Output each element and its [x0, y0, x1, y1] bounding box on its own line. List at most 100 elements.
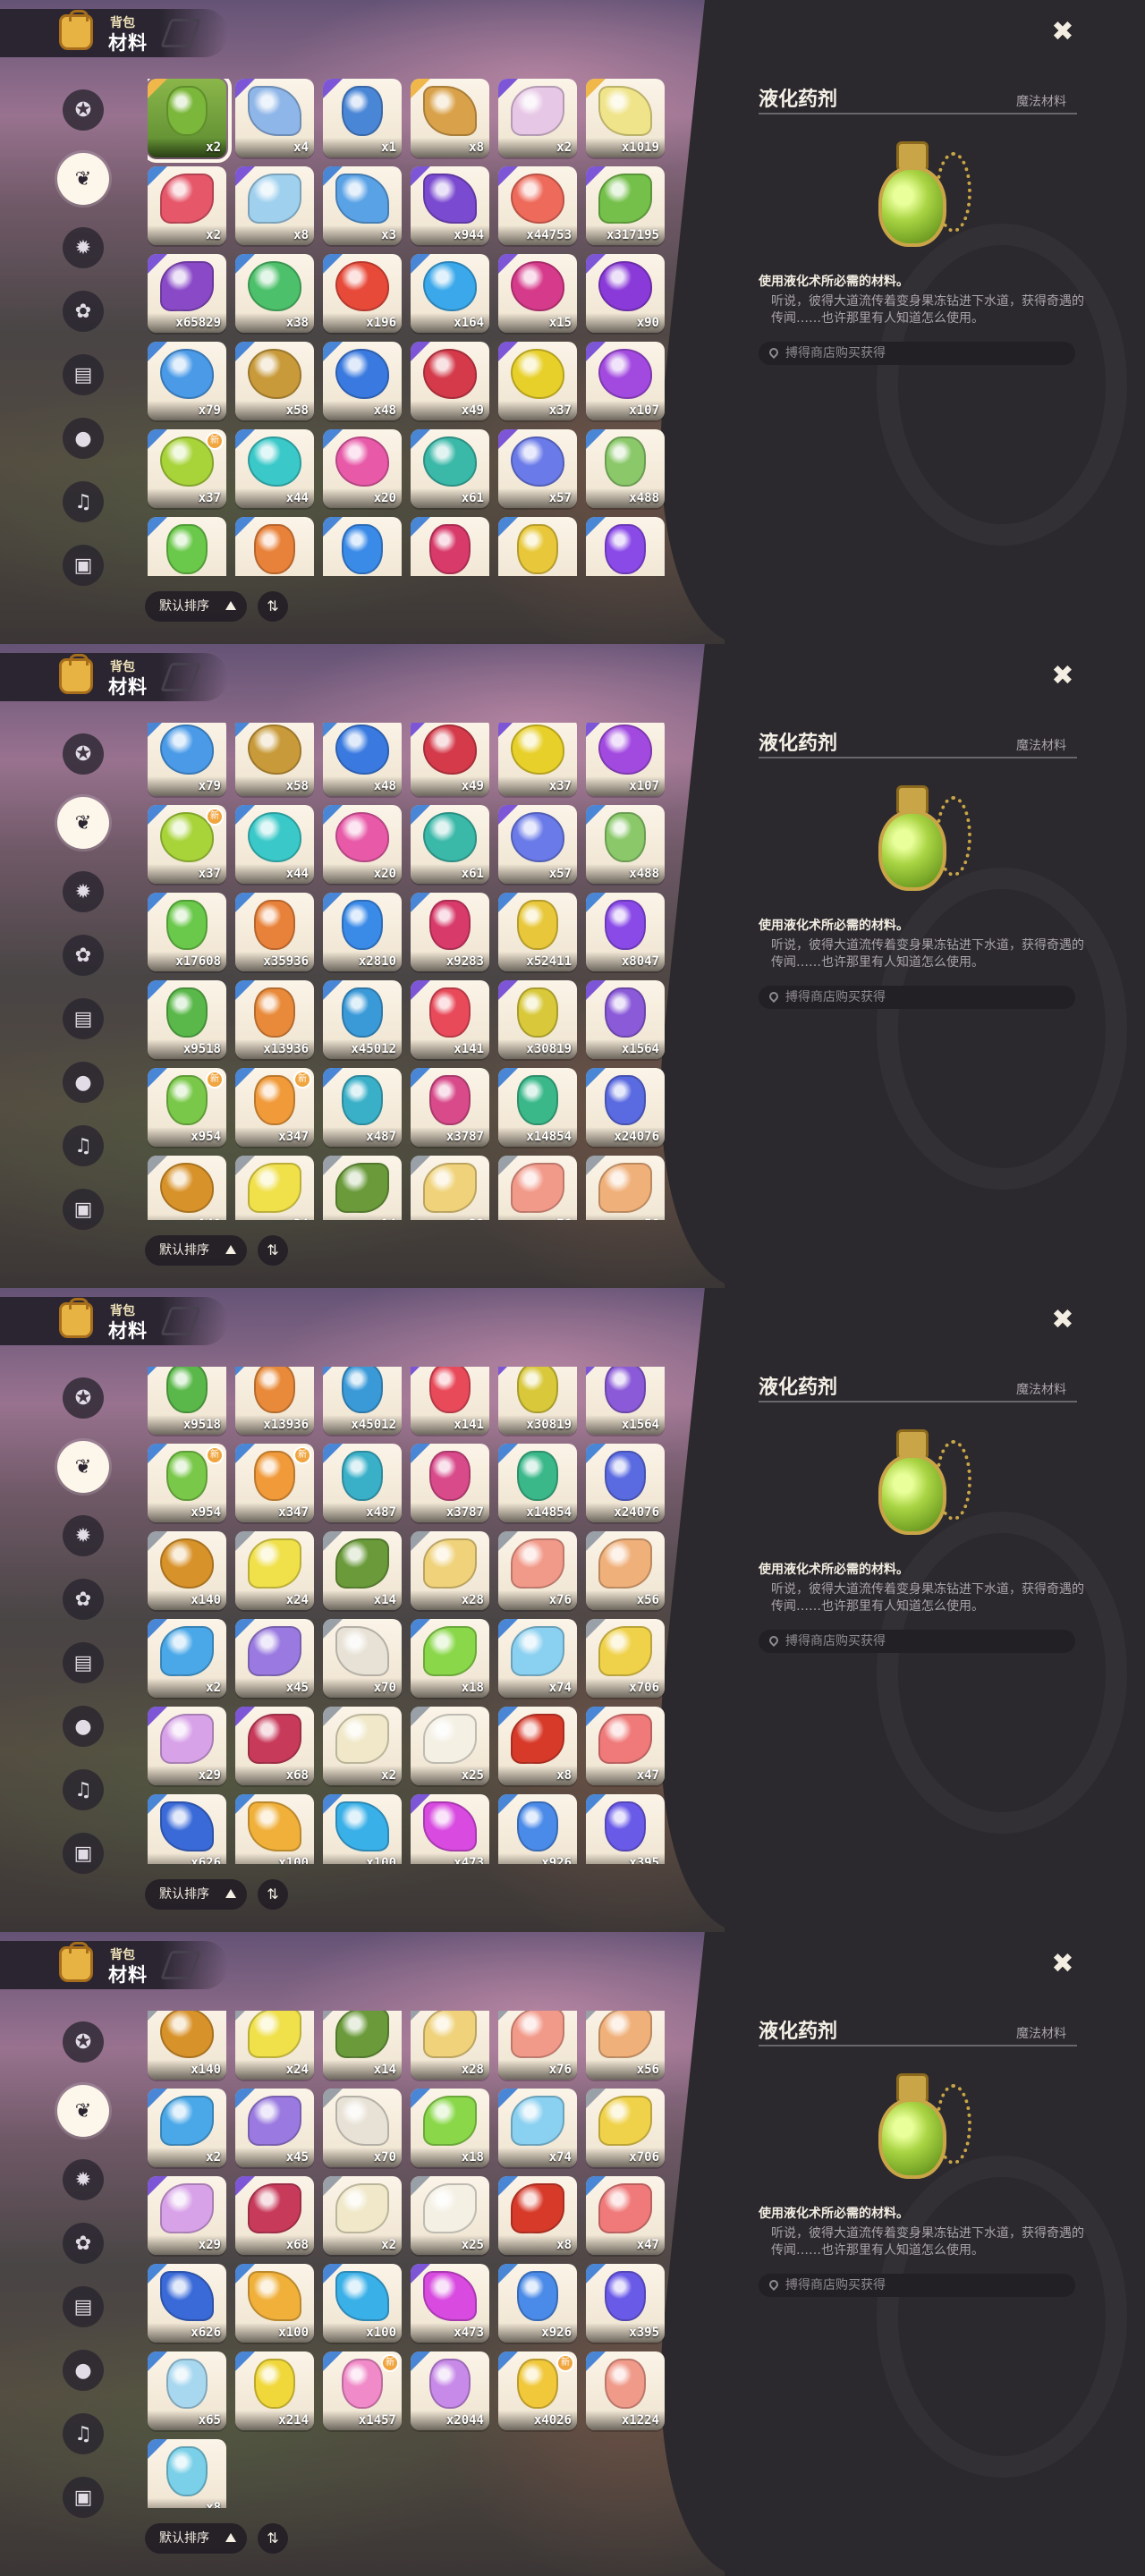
inventory-slot[interactable]: 新 x1457 [323, 2351, 402, 2430]
inventory-slot[interactable]: x57 [498, 429, 577, 508]
inventory-slot[interactable]: x2 [148, 166, 226, 245]
inventory-slot[interactable]: x24 [235, 1156, 314, 1220]
inventory-slot[interactable]: 新 x347 [235, 1068, 314, 1147]
inventory-slot[interactable]: x37 [498, 723, 577, 796]
inventory-slot[interactable]: x2 [148, 79, 232, 163]
category-leaf[interactable]: ❦ [57, 2085, 109, 2137]
inventory-slot[interactable]: 新 x37 [148, 805, 226, 884]
inventory-slot[interactable]: x395 [586, 2264, 665, 2343]
category-sprout[interactable]: ✿ [63, 1579, 104, 1620]
category-sparkle[interactable]: ✹ [63, 1515, 104, 1556]
inventory-slot[interactable]: x44753 [498, 166, 577, 245]
inventory-slot[interactable]: x35936 [235, 893, 314, 971]
inventory-slot[interactable]: x164 [411, 254, 489, 333]
inventory-slot[interactable]: x2044 [411, 2351, 489, 2430]
item-grid[interactable]: x2x4x1x8x2x1019x2x8x3x944x44753x317195x6… [148, 1367, 671, 1864]
inventory-slot[interactable]: x487 [323, 1068, 402, 1147]
inventory-slot[interactable]: x8047 [586, 517, 665, 576]
inventory-slot[interactable]: x926 [498, 1794, 577, 1864]
inventory-slot[interactable]: x76 [498, 2011, 577, 2080]
inventory-slot[interactable]: x9518 [148, 1367, 226, 1435]
category-chest[interactable]: ▣ [63, 1189, 104, 1230]
sort-dropdown[interactable]: 默认排序 [145, 2523, 247, 2554]
sort-order-toggle[interactable]: ⇅ [258, 1879, 288, 1910]
inventory-slot[interactable]: x24076 [586, 1444, 665, 1522]
inventory-slot[interactable]: x1564 [586, 980, 665, 1059]
category-ball[interactable]: ● [63, 1062, 104, 1103]
inventory-slot[interactable]: x14 [323, 1531, 402, 1610]
inventory-slot[interactable]: x100 [235, 1794, 314, 1864]
inventory-slot[interactable]: x79 [148, 342, 226, 420]
category-book[interactable]: ▤ [63, 2286, 104, 2327]
inventory-slot[interactable]: x48 [323, 342, 402, 420]
inventory-slot[interactable]: x706 [586, 1619, 665, 1698]
inventory-slot[interactable]: x38 [235, 254, 314, 333]
category-sparkle[interactable]: ✹ [63, 227, 104, 268]
inventory-slot[interactable]: x107 [586, 342, 665, 420]
category-star-badge[interactable]: ✪ [63, 89, 104, 131]
category-ball[interactable]: ● [63, 418, 104, 459]
inventory-slot[interactable]: x28 [411, 2011, 489, 2080]
inventory-slot[interactable]: x29 [148, 1707, 226, 1785]
close-button[interactable]: ✖ [1047, 660, 1079, 692]
inventory-slot[interactable]: x56 [586, 2011, 665, 2080]
inventory-slot[interactable]: x17608 [148, 893, 226, 971]
inventory-slot[interactable]: x14 [323, 1156, 402, 1220]
inventory-slot[interactable]: x395 [586, 1794, 665, 1864]
category-bell[interactable]: ♫ [63, 2413, 104, 2454]
sort-dropdown[interactable]: 默认排序 [145, 1235, 247, 1266]
inventory-slot[interactable]: x2810 [323, 517, 402, 576]
inventory-slot[interactable]: x49 [411, 342, 489, 420]
inventory-slot[interactable]: x45012 [323, 980, 402, 1059]
category-book[interactable]: ▤ [63, 354, 104, 395]
category-bell[interactable]: ♫ [63, 481, 104, 522]
inventory-slot[interactable]: x8 [411, 79, 489, 157]
inventory-slot[interactable]: x28 [411, 1531, 489, 1610]
inventory-slot[interactable]: x52411 [498, 517, 577, 576]
inventory-slot[interactable]: x2810 [323, 893, 402, 971]
inventory-slot[interactable]: x1224 [586, 2351, 665, 2430]
inventory-slot[interactable]: x47 [586, 2176, 665, 2255]
inventory-slot[interactable]: 新 x954 [148, 1444, 226, 1522]
inventory-slot[interactable]: x214 [235, 2351, 314, 2430]
inventory-slot[interactable]: x100 [323, 2264, 402, 2343]
inventory-slot[interactable]: x944 [411, 166, 489, 245]
inventory-slot[interactable]: x47 [586, 1707, 665, 1785]
sort-dropdown[interactable]: 默认排序 [145, 1879, 247, 1910]
inventory-slot[interactable]: x24076 [586, 1068, 665, 1147]
inventory-slot[interactable]: x8 [498, 1707, 577, 1785]
category-star-badge[interactable]: ✪ [63, 733, 104, 775]
inventory-slot[interactable]: x8 [148, 2439, 226, 2508]
category-sparkle[interactable]: ✹ [63, 2159, 104, 2200]
inventory-slot[interactable]: x107 [586, 723, 665, 796]
item-grid[interactable]: x2x4x1x8x2x1019x2x8x3x944x44753x317195x6… [148, 79, 671, 576]
category-sparkle[interactable]: ✹ [63, 871, 104, 912]
inventory-slot[interactable]: x926 [498, 2264, 577, 2343]
inventory-slot[interactable]: x3 [323, 166, 402, 245]
category-chest[interactable]: ▣ [63, 1833, 104, 1874]
inventory-slot[interactable]: x45 [235, 2089, 314, 2167]
inventory-slot[interactable]: x3787 [411, 1068, 489, 1147]
item-grid[interactable]: x2x4x1x8x2x1019x2x8x3x944x44753x317195x6… [148, 2011, 671, 2508]
inventory-slot[interactable]: x30819 [498, 980, 577, 1059]
inventory-slot[interactable]: x100 [323, 1794, 402, 1864]
inventory-slot[interactable]: x13936 [235, 980, 314, 1059]
inventory-slot[interactable]: x4 [235, 79, 314, 157]
inventory-slot[interactable]: x317195 [586, 166, 665, 245]
inventory-slot[interactable]: x2 [148, 1619, 226, 1698]
category-chest[interactable]: ▣ [63, 545, 104, 586]
inventory-slot[interactable]: x48 [323, 723, 402, 796]
inventory-slot[interactable]: x14 [323, 2011, 402, 2080]
inventory-slot[interactable]: x90 [586, 254, 665, 333]
inventory-slot[interactable]: x140 [148, 1156, 226, 1220]
category-sprout[interactable]: ✿ [63, 2223, 104, 2264]
category-chest[interactable]: ▣ [63, 2477, 104, 2518]
inventory-slot[interactable]: x141 [411, 980, 489, 1059]
inventory-slot[interactable]: x29 [148, 2176, 226, 2255]
sort-order-toggle[interactable]: ⇅ [258, 2523, 288, 2554]
inventory-slot[interactable]: x1564 [586, 1367, 665, 1435]
category-sprout[interactable]: ✿ [63, 291, 104, 332]
close-button[interactable]: ✖ [1047, 1948, 1079, 1980]
category-leaf[interactable]: ❦ [57, 153, 109, 205]
inventory-slot[interactable]: x56 [586, 1156, 665, 1220]
